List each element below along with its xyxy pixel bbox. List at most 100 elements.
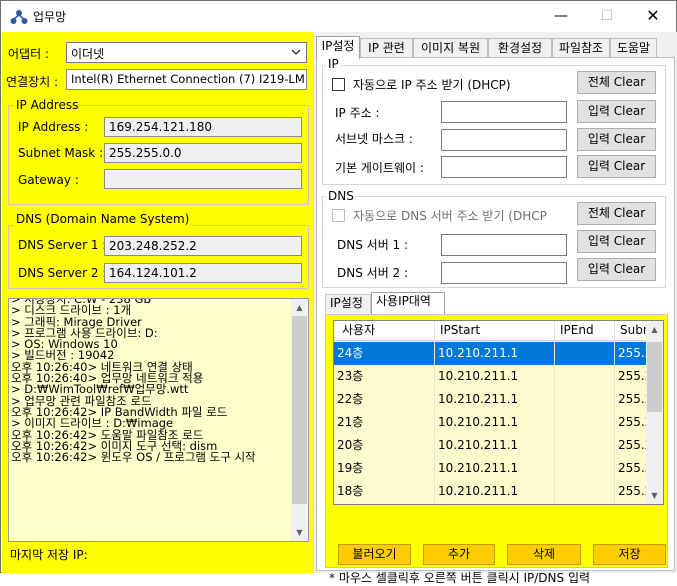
table-row[interactable]: 22층10.210.211.1 255.25 (334, 388, 648, 411)
subtab-ip-range[interactable]: 사용IP대역 (371, 292, 445, 314)
grid-cell-subnet[interactable]: 255.25 (615, 365, 648, 388)
add-button[interactable]: 추가 (423, 544, 495, 565)
tab-ip-related[interactable]: IP 관련 (360, 38, 413, 58)
grid-scroll-up-icon[interactable]: ▲ (646, 321, 663, 338)
grid-cell-ip-end[interactable] (555, 434, 615, 457)
table-row[interactable]: 24층10.210.211.1 255.25 (334, 342, 648, 365)
adapter-select[interactable]: 이더넷 (66, 42, 307, 63)
grid-cell-ip-start[interactable]: 10.210.211.1 (435, 365, 555, 388)
dns-clear-all-button[interactable]: 전체 Clear (577, 202, 656, 225)
dns-server-1-input[interactable] (441, 234, 567, 256)
dns-server-2-input[interactable] (441, 262, 567, 284)
scroll-down-arrow-icon[interactable]: ▼ (291, 524, 308, 541)
grid-cell-ip-end[interactable] (555, 365, 615, 388)
grid-cell-subnet[interactable]: 255.25 (615, 411, 648, 434)
grid-cell-user[interactable]: 21층 (334, 411, 435, 434)
close-button[interactable]: ✕ (630, 1, 676, 31)
grid-cell-user[interactable]: 18층 (334, 480, 435, 503)
ip-address-label: IP Address : (18, 120, 89, 134)
grid-cell-ip-end[interactable] (555, 457, 615, 480)
grid-cell-ip-start[interactable]: 10.210.211.1 (435, 411, 555, 434)
grid-cell-ip-start[interactable]: 10.210.211.1 (435, 457, 555, 480)
device-label: 연결장치 : (6, 75, 59, 89)
ip-group-title: IP Address (14, 98, 81, 112)
gateway-label: Gateway : (18, 173, 79, 187)
grid-cell-subnet[interactable]: 255.25 (615, 342, 648, 365)
ip-range-page: 사용자 IPStart IPEnd Subn 24층 10.210.211.1 25… (325, 314, 668, 585)
subtab-ip-settings[interactable]: IP설정 (325, 294, 371, 313)
grid-scroll-down-icon[interactable]: ▼ (646, 487, 663, 504)
subnet-mask-label: Subnet Mask : (18, 146, 104, 160)
ip-address-input[interactable] (441, 101, 567, 123)
grid-scrollbar[interactable]: ▲ ▼ (646, 321, 663, 504)
ip-range-grid[interactable]: 사용자 IPStart IPEnd Subn 24층 10.210.211.1 25… (333, 320, 664, 505)
subnet-mask-input[interactable] (441, 129, 567, 151)
table-row[interactable]: 23층10.210.211.1 255.25 (334, 365, 648, 388)
dns-group-title: DNS (Domain Name System) (14, 212, 192, 226)
grid-cell-user[interactable]: 19층 (334, 457, 435, 480)
last-saved-ip-label: 마지막 저장 IP: (10, 548, 88, 562)
tab-ip-settings[interactable]: IP설정 (316, 36, 360, 59)
mask-input-clear-button[interactable]: 입력 Clear (577, 128, 656, 151)
tab-file-reference[interactable]: 파일참조 (552, 38, 610, 58)
grid-cell-subnet[interactable]: 255.25 (615, 457, 648, 480)
grid-cell-subnet[interactable]: 255.25 (615, 434, 648, 457)
grid-cell-ip-start[interactable]: 10.210.211.1 (435, 342, 555, 365)
grid-cell-user[interactable]: 20층 (334, 434, 435, 457)
gateway-input[interactable] (441, 156, 567, 178)
table-row[interactable]: 18층10.210.211.1 255.25 (334, 480, 648, 503)
chevron-down-icon (291, 49, 301, 55)
save-button[interactable]: 저장 (593, 544, 666, 565)
gateway-input-clear-button[interactable]: 입력 Clear (577, 155, 656, 178)
maximize-button[interactable]: ☐ (584, 1, 630, 31)
log-textbox[interactable]: > 저장장치: C:₩ - 238 GB > 디스크 드라이브 : 1개 > 그래픽… (8, 298, 309, 542)
ip-input-clear-button[interactable]: 입력 Clear (577, 100, 656, 123)
grid-cell-subnet[interactable]: 255.25 (615, 480, 648, 503)
dns1-input-clear-button[interactable]: 입력 Clear (577, 230, 656, 253)
dns2-input-clear-button[interactable]: 입력 Clear (577, 258, 656, 281)
load-button[interactable]: 불러오기 (338, 544, 411, 565)
grid-cell-ip-start[interactable]: 10.210.211.1 (435, 388, 555, 411)
log-scroll-thumb[interactable] (292, 316, 307, 504)
gateway-field (104, 169, 302, 189)
tab-help[interactable]: 도움말 (610, 38, 657, 58)
grid-cell-user[interactable]: 24층 (334, 342, 435, 365)
ip-dhcp-checkbox[interactable] (332, 78, 345, 91)
dns-server-1-input-label: DNS 서버 1 : (337, 238, 409, 252)
network-app-icon (10, 10, 28, 24)
grid-cell-ip-end[interactable] (555, 342, 615, 365)
grid-cell-ip-start[interactable]: 10.210.211.1 (435, 434, 555, 457)
column-header-ip-end[interactable]: IPEnd (555, 321, 615, 341)
grid-cell-subnet[interactable]: 255.25 (615, 388, 648, 411)
scroll-up-arrow-icon[interactable]: ▲ (291, 299, 308, 316)
minimize-button[interactable]: — (538, 1, 584, 31)
table-row[interactable]: 20층10.210.211.1 255.25 (334, 434, 648, 457)
grid-cell-ip-end[interactable] (555, 480, 615, 503)
delete-button[interactable]: 삭제 (507, 544, 581, 565)
grid-cell-user[interactable]: 22층 (334, 388, 435, 411)
column-header-ip-start[interactable]: IPStart (435, 321, 555, 341)
grid-cell-ip-end[interactable] (555, 411, 615, 434)
tab-image-restore[interactable]: 이미지 복원 (413, 38, 488, 58)
grid-cell-ip-end[interactable] (555, 388, 615, 411)
column-header-user[interactable]: 사용자 (334, 321, 435, 341)
log-line: 오후 10:26:42> 윈도우 OS / 프로그램 도구 시작 (11, 450, 256, 465)
ip-dhcp-label: 자동으로 IP 주소 받기 (DHCP) (353, 78, 511, 92)
grid-header: 사용자 IPStart IPEnd Subn (334, 321, 663, 341)
ip-clear-all-button[interactable]: 전체 Clear (577, 71, 656, 94)
ip-fieldset-title: IP (326, 57, 341, 71)
tab-environment[interactable]: 환경설정 (488, 38, 552, 58)
table-row[interactable]: 21층10.210.211.1 255.25 (334, 411, 648, 434)
dns-dhcp-checkbox[interactable] (332, 209, 345, 222)
column-header-subnet[interactable]: Subn (615, 321, 648, 341)
grid-cell-user[interactable]: 23층 (334, 365, 435, 388)
grid-cell-ip-start[interactable]: 10.210.211.1 (435, 480, 555, 503)
log-lines: > 저장장치: C:₩ - 238 GB > 디스크 드라이브 : 1개 > 그래픽… (11, 299, 291, 465)
title-bar[interactable]: 업무망 — ☐ ✕ (1, 1, 676, 32)
left-panel: 어댑터 : 이더넷 연결장치 : Intel(R) Ethernet Conne… (2, 32, 314, 573)
log-scrollbar[interactable]: ▲ ▼ (291, 299, 308, 541)
device-field: Intel(R) Ethernet Connection (7) I219-LM (66, 69, 307, 90)
right-panel: IP설정 IP 관련 이미지 복원 환경설정 파일참조 도움말 IP 자동으로 … (314, 32, 677, 585)
grid-scroll-thumb[interactable] (647, 342, 662, 412)
table-row[interactable]: 19층10.210.211.1 255.25 (334, 457, 648, 480)
